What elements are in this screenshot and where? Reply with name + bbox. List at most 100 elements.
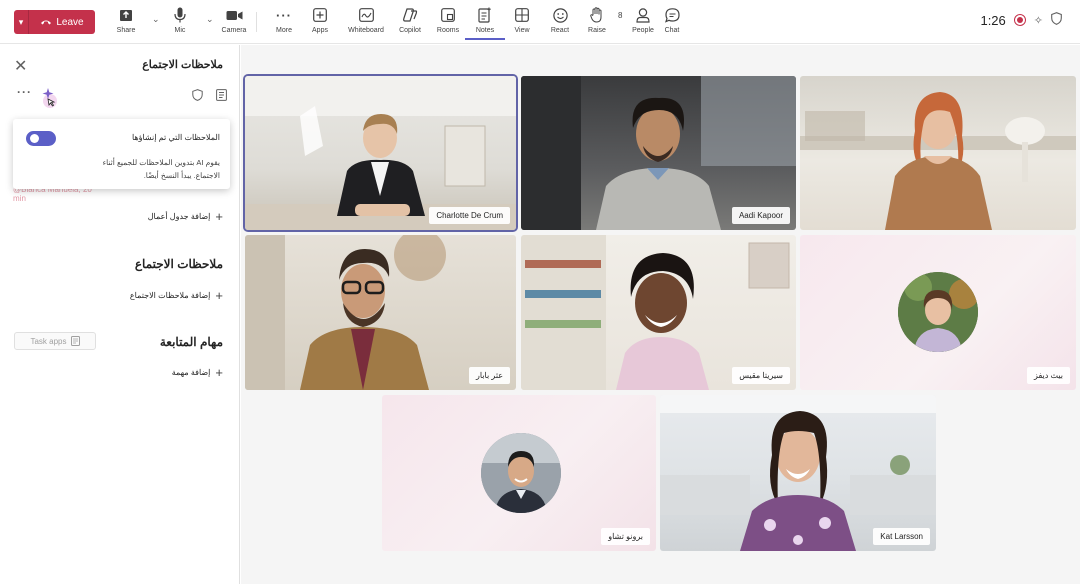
share-icon — [116, 6, 136, 24]
rooms-label: Rooms — [436, 27, 460, 34]
participant-name: Kat Larsson — [873, 528, 930, 545]
notes-doc-icon[interactable] — [216, 89, 227, 104]
avatar-portrait — [481, 433, 561, 513]
whiteboard-label: Whiteboard — [348, 27, 384, 34]
meeting-timer: 1:26 — [980, 12, 1006, 28]
people-label: People — [632, 27, 654, 34]
ai-notes-popup: الملاحظات التي تم إنشاؤها يقوم AI بتدوين… — [13, 119, 230, 189]
participant-name: Charlotte De Crum — [429, 207, 510, 224]
video-camera-icon — [224, 6, 244, 24]
raise-hand-icon — [587, 6, 607, 24]
teams-meeting-window: ▾ Leave Share ⌄ Mic ⌄ Camera ··· More Ap… — [0, 0, 1080, 584]
smiley-icon — [550, 6, 570, 24]
apps-button[interactable]: Apps — [300, 6, 340, 40]
share-button[interactable]: Share — [106, 6, 146, 40]
video-tile[interactable]: Aadi Kapoor — [521, 76, 796, 230]
share-label: Share — [116, 27, 136, 34]
add-meeting-notes-button[interactable]: + إضافة ملاحظات الاجتماع — [130, 288, 223, 303]
add-agenda-label: إضافة جدول أعمال — [147, 212, 211, 221]
chat-label: Chat — [664, 27, 680, 34]
task-apps-label: Task apps — [30, 336, 67, 346]
add-notes-label: إضافة ملاحظات الاجتماع — [129, 291, 211, 300]
video-tile[interactable]: برونو تشاو — [382, 395, 656, 551]
notes-label: Notes — [475, 27, 495, 34]
task-apps-button[interactable]: Task apps — [14, 332, 96, 350]
video-tile[interactable]: Kat Larsson — [660, 395, 936, 551]
participant-avatar — [481, 433, 561, 513]
chat-bubble-icon — [662, 6, 682, 24]
chat-button[interactable]: Chat — [652, 6, 692, 40]
whiteboard-icon — [356, 6, 376, 24]
ai-notes-toggle[interactable] — [26, 131, 56, 146]
copilot-label: Copilot — [399, 27, 421, 34]
participant-avatar — [898, 272, 978, 352]
participant-name: برونو تشاو — [601, 528, 650, 545]
copilot-button[interactable]: Copilot — [390, 6, 430, 40]
camera-options-chevron-icon[interactable]: ⌄ — [206, 14, 214, 25]
camera-button[interactable]: Camera — [214, 6, 254, 40]
mic-button[interactable]: Mic — [160, 6, 200, 40]
participant-name: سيريتا مقيس — [732, 367, 790, 384]
raise-hand-button[interactable]: Raise — [577, 6, 617, 40]
leave-button[interactable]: ▾ Leave — [14, 10, 95, 34]
react-button[interactable]: React — [540, 6, 580, 40]
sparkle-settings-icon[interactable]: ✧ — [1034, 14, 1043, 27]
shield-policy-icon[interactable] — [192, 89, 203, 104]
mic-options-chevron-icon[interactable]: ⌄ — [152, 14, 160, 25]
meeting-notes-heading: ملاحظات الاجتماع — [134, 257, 223, 271]
phone-hangup-icon — [41, 20, 52, 25]
meeting-notes-panel: ملاحظات الاجتماع ✕ ··· @Bianca Manuela, … — [0, 45, 240, 584]
notes-button[interactable]: Notes — [465, 6, 505, 40]
task-list-icon — [70, 336, 80, 346]
people-count-badge: 8 — [618, 11, 623, 20]
more-options-icon[interactable]: ··· — [17, 85, 32, 99]
video-stage: Charlotte De Crum Aadi Kapoor عثر بابار … — [241, 45, 1080, 584]
apps-label: Apps — [312, 27, 328, 34]
microphone-icon — [170, 6, 190, 24]
plus-icon: + — [215, 288, 223, 303]
plus-icon: + — [215, 209, 223, 224]
recording-icon — [1013, 14, 1026, 26]
more-label: More — [276, 27, 292, 34]
rooms-button[interactable]: Rooms — [428, 6, 468, 40]
shield-icon — [1051, 12, 1062, 28]
breakout-rooms-icon — [438, 6, 458, 24]
grid-view-icon — [512, 6, 532, 24]
react-label: React — [550, 27, 570, 34]
more-dots-icon: ··· — [276, 7, 292, 23]
whiteboard-button[interactable]: Whiteboard — [346, 6, 386, 40]
more-button[interactable]: ··· More — [264, 6, 304, 40]
video-tile[interactable]: بيث ديفز — [800, 235, 1076, 390]
toolbar-divider — [256, 12, 257, 32]
avatar-portrait — [898, 272, 978, 352]
apps-plus-icon — [310, 6, 330, 24]
video-tile[interactable]: سيريتا مقيس — [521, 235, 796, 390]
copilot-icon — [400, 6, 420, 24]
notes-icon — [475, 6, 495, 24]
people-icon — [633, 6, 653, 24]
participant-name: بيث ديفز — [1027, 367, 1070, 384]
participant-name: عثر بابار — [468, 367, 510, 384]
add-agenda-button[interactable]: + إضافة جدول أعمال — [148, 209, 223, 224]
video-tile[interactable]: عثر بابار — [245, 235, 516, 390]
view-button[interactable]: View — [502, 6, 542, 40]
meeting-toolbar: ▾ Leave Share ⌄ Mic ⌄ Camera ··· More Ap… — [0, 0, 1080, 44]
participant-video — [800, 92, 1076, 230]
panel-title: ملاحظات الاجتماع — [142, 59, 223, 71]
add-task-button[interactable]: + إضافة مهمة — [172, 365, 223, 380]
video-tile[interactable]: Charlotte De Crum — [245, 76, 516, 230]
plus-icon: + — [215, 365, 223, 380]
leave-label: Leave — [56, 16, 84, 28]
meeting-status: 1:26 ✧ — [980, 12, 1062, 28]
participant-name: Aadi Kapoor — [731, 207, 790, 224]
copilot-sparkle-icon[interactable] — [40, 87, 58, 112]
close-panel-icon[interactable]: ✕ — [14, 56, 27, 76]
video-tile[interactable] — [800, 76, 1076, 230]
leave-options-chevron-icon[interactable]: ▾ — [14, 10, 29, 34]
view-label: View — [514, 27, 530, 34]
mic-label: Mic — [174, 27, 186, 34]
popup-description: يقوم AI بتدوين الملاحظات للجميع أثناء ال… — [102, 158, 220, 180]
raise-label: Raise — [588, 27, 606, 34]
popup-title: الملاحظات التي تم إنشاؤها — [131, 133, 220, 142]
follow-up-tasks-heading: مهام المتابعة — [159, 335, 223, 349]
